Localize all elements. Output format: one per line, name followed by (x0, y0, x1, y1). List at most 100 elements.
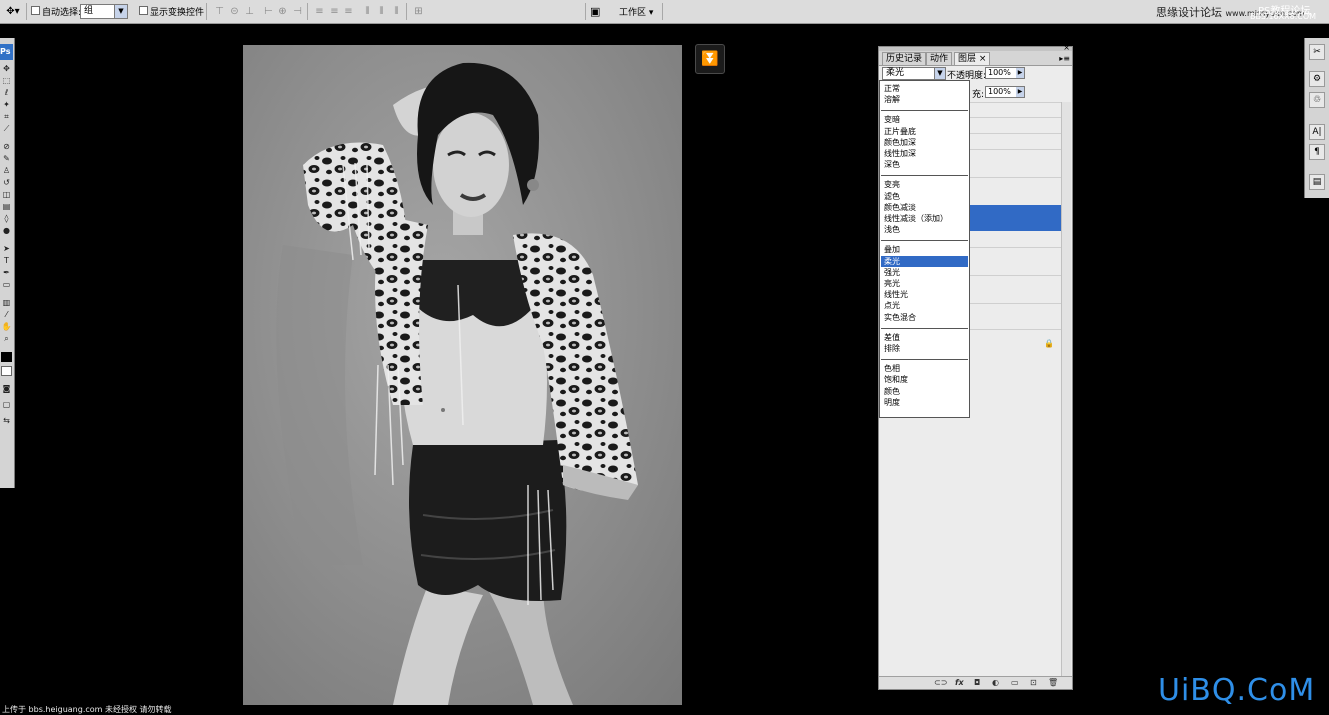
chevron-right-icon[interactable]: ▶ (1016, 87, 1024, 97)
marquee-tool-icon[interactable]: ⬚ (1, 76, 12, 86)
workspace-label: 工作区 (619, 8, 647, 18)
menu-divider (881, 327, 968, 329)
clone-stamp-icon[interactable]: ♙ (1, 166, 12, 176)
workspace-menu[interactable]: 工作区 ▾ (619, 5, 653, 18)
path-select-icon[interactable]: ➤ (1, 244, 12, 254)
tab-layers[interactable]: 图层 × (954, 52, 991, 65)
dodge-tool-icon[interactable]: ● (1, 226, 12, 236)
eyedropper-icon[interactable]: ⁄ (1, 310, 12, 320)
adjustment-layer-icon[interactable]: ◐ (992, 678, 999, 688)
type-tool-icon[interactable]: T (1, 256, 12, 266)
blend-mode-option[interactable]: 浅色 (881, 224, 968, 235)
history-brush-icon[interactable]: ↺ (1, 178, 12, 188)
blend-mode-select[interactable]: 柔光 ▼ (882, 67, 946, 80)
align-vcenter-icon[interactable]: ⊝ (229, 6, 240, 17)
screen-mode-icon[interactable]: ▢ (1, 400, 12, 410)
blend-mode-option[interactable]: 颜色减淡 (881, 202, 968, 213)
blend-mode-option[interactable]: 颜色 (881, 386, 968, 397)
blend-mode-option[interactable]: 亮光 (881, 278, 968, 289)
blend-mode-option[interactable]: 排除 (881, 343, 968, 354)
panel-menu-icon[interactable]: ▸≡ (1059, 54, 1070, 63)
navigator-icon[interactable]: ▤ (1309, 174, 1325, 190)
blend-mode-option[interactable]: 滤色 (881, 191, 968, 202)
tools-icon[interactable]: ✂ (1309, 44, 1325, 60)
auto-select-dropdown[interactable]: 组 ▼ (80, 4, 128, 19)
distribute-top-icon[interactable]: ≡ (314, 6, 325, 17)
distribute-vcenter-icon[interactable]: ≡ (329, 6, 340, 17)
brush-presets-icon[interactable]: ⚙ (1309, 71, 1325, 87)
blend-mode-option[interactable]: 正片叠底 (881, 126, 968, 137)
blend-mode-option[interactable]: 变暗 (881, 114, 968, 125)
add-mask-icon[interactable]: ◘ (974, 678, 980, 688)
blend-mode-option[interactable]: 差值 (881, 332, 968, 343)
move-tool-icon[interactable]: ✥ (1, 64, 12, 74)
lasso-tool-icon[interactable]: ℓ (1, 88, 12, 98)
foreground-color-swatch[interactable] (1, 352, 12, 362)
align-bottom-icon[interactable]: ⊥ (244, 6, 255, 17)
new-group-icon[interactable]: ▭ (1011, 678, 1019, 688)
show-transform-checkbox[interactable] (139, 6, 148, 15)
document-photo[interactable] (243, 45, 682, 705)
blend-mode-option[interactable]: 叠加 (881, 244, 968, 255)
distribute-bottom-icon[interactable]: ≡ (343, 6, 354, 17)
blend-mode-option[interactable]: 柔光 (881, 255, 968, 267)
blend-mode-option[interactable]: 深色 (881, 159, 968, 170)
slice-tool-icon[interactable]: ⟋ (1, 124, 12, 134)
blend-mode-option[interactable]: 明度 (881, 397, 968, 408)
blend-mode-option[interactable]: 饱和度 (881, 374, 968, 385)
align-top-icon[interactable]: ⊤ (214, 6, 225, 17)
magic-wand-icon[interactable]: ✦ (1, 100, 12, 110)
crop-tool-icon[interactable]: ⌗ (1, 112, 12, 122)
paragraph-panel-icon[interactable]: ¶ (1309, 144, 1325, 160)
chevron-down-icon: ▼ (934, 68, 945, 79)
blend-mode-option[interactable]: 溶解 (881, 94, 968, 105)
move-tool-preset-icon[interactable]: ✥▾ (2, 4, 24, 19)
blend-mode-option[interactable]: 线性减淡（添加） (881, 213, 968, 224)
healing-brush-icon[interactable]: ⊘ (1, 142, 12, 152)
blend-mode-option[interactable]: 线性加深 (881, 148, 968, 159)
blend-mode-option[interactable]: 实色混合 (881, 312, 968, 323)
distribute-right-icon[interactable]: ⦀ (391, 6, 402, 17)
blend-mode-option[interactable]: 正常 (881, 83, 968, 94)
layers-scrollbar[interactable] (1061, 102, 1071, 680)
tab-actions[interactable]: 动作 (926, 52, 953, 65)
blend-mode-option[interactable]: 线性光 (881, 289, 968, 300)
pen-tool-icon[interactable]: ✒ (1, 268, 12, 278)
blend-mode-option[interactable]: 强光 (881, 267, 968, 278)
blend-mode-option[interactable]: 点光 (881, 300, 968, 311)
gradient-tool-icon[interactable]: ▤ (1, 202, 12, 212)
trash-icon[interactable]: 🗑 (1048, 678, 1058, 688)
clone-source-icon[interactable]: ♲ (1309, 92, 1325, 108)
new-layer-icon[interactable]: ⊡ (1030, 678, 1037, 688)
notes-tool-icon[interactable]: ▥ (1, 298, 12, 308)
character-panel-icon[interactable]: A| (1309, 124, 1325, 140)
show-transform-label: 显示变换控件 (150, 8, 205, 18)
align-right-icon[interactable]: ⊣ (292, 6, 303, 17)
jump-to-imageready-icon[interactable]: ⇆ (1, 416, 12, 426)
blend-mode-option[interactable]: 变亮 (881, 179, 968, 190)
distribute-left-icon[interactable]: ⦀ (362, 6, 373, 17)
blend-mode-option[interactable]: 色相 (881, 363, 968, 374)
tab-history[interactable]: 历史记录 (882, 52, 927, 65)
align-hcenter-icon[interactable]: ⊕ (277, 6, 288, 17)
blend-mode-option[interactable]: 颜色加深 (881, 137, 968, 148)
auto-select-checkbox[interactable] (31, 6, 40, 15)
layer-style-icon[interactable]: fx (955, 678, 964, 688)
blur-tool-icon[interactable]: ◊ (1, 214, 12, 224)
auto-align-icon[interactable]: ⊞ (413, 6, 424, 17)
chevron-right-icon[interactable]: ▶ (1016, 68, 1024, 78)
distribute-hcenter-icon[interactable]: ⦀ (376, 6, 387, 17)
eraser-tool-icon[interactable]: ◫ (1, 190, 12, 200)
background-color-swatch[interactable] (1, 366, 12, 376)
opacity-field[interactable]: 100% ▶ (985, 67, 1025, 79)
hand-tool-icon[interactable]: ✋ (1, 322, 12, 332)
brush-tool-icon[interactable]: ✎ (1, 154, 12, 164)
zoom-tool-icon[interactable]: ⌕ (1, 334, 12, 344)
collapse-panels-button[interactable]: ⏬ (695, 44, 725, 74)
align-left-icon[interactable]: ⊢ (263, 6, 274, 17)
fill-field[interactable]: 100% ▶ (985, 86, 1025, 98)
shape-tool-icon[interactable]: ▭ (1, 280, 12, 290)
link-layers-icon[interactable]: ⊂⊃ (934, 678, 947, 688)
bridge-icon[interactable]: ▣ (590, 4, 606, 19)
quick-mask-icon[interactable]: ◙ (1, 384, 12, 394)
